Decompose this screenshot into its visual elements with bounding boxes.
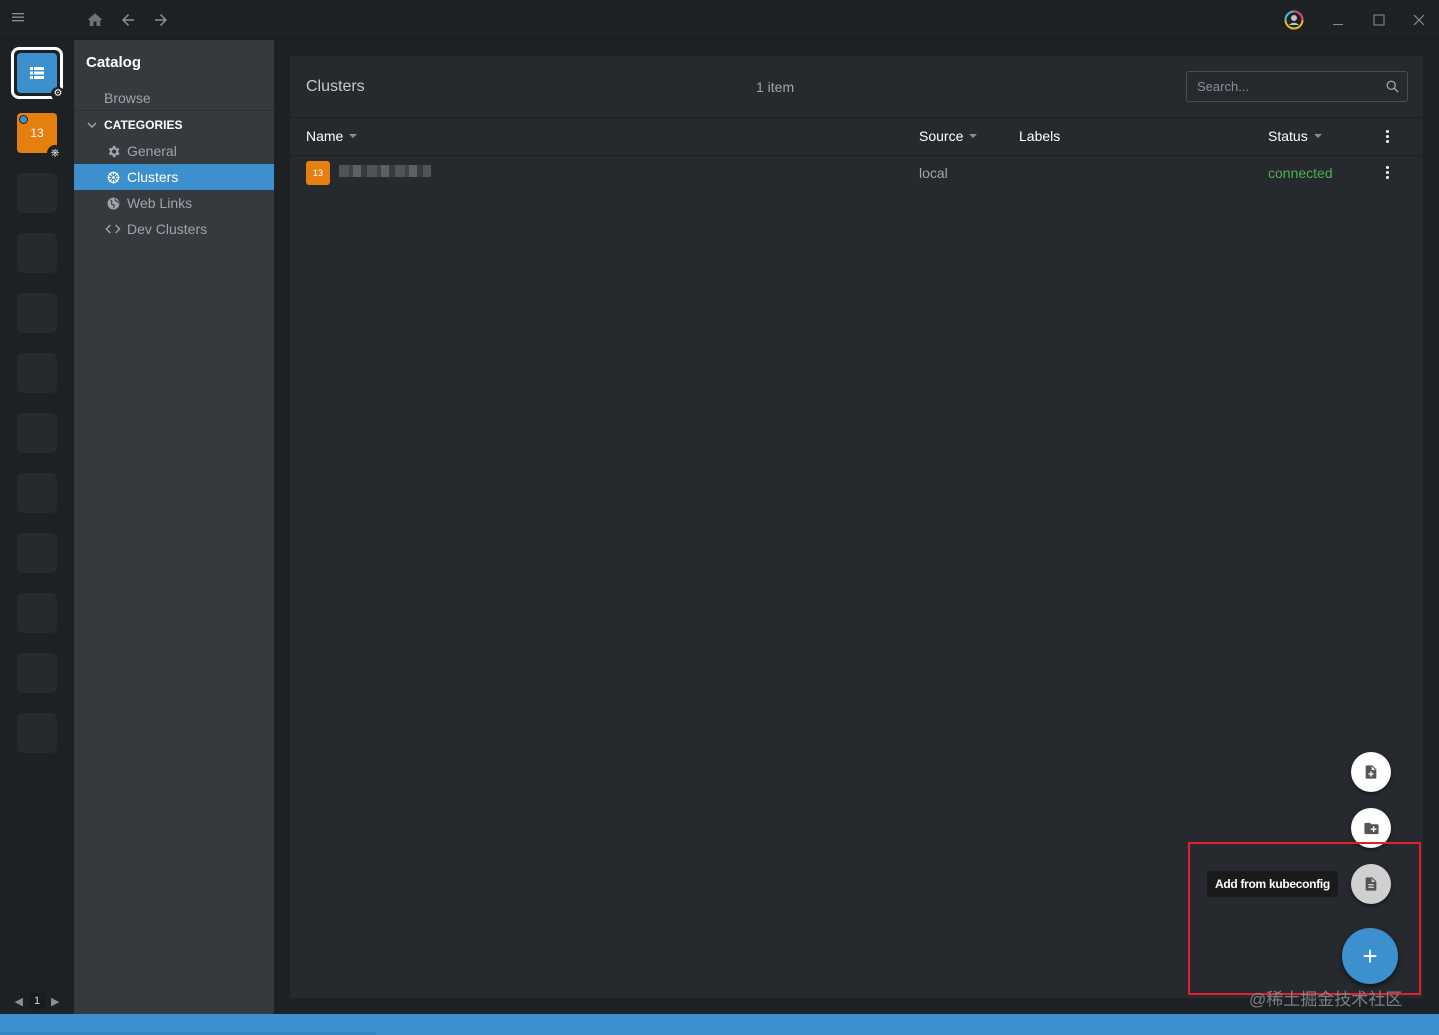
- categories-label: CATEGORIES: [104, 118, 183, 132]
- document-icon: [1365, 877, 1377, 891]
- title-bar: [0, 0, 1439, 40]
- row-menu-icon[interactable]: [1386, 166, 1390, 179]
- hotbar-pager: ◀ 1 ▶: [0, 990, 74, 1012]
- sidebar-item-label: Web Links: [127, 195, 193, 211]
- sort-caret-icon: [349, 134, 358, 138]
- plus-icon: +: [1362, 940, 1378, 971]
- divider: [74, 110, 274, 111]
- column-label: Name: [306, 128, 344, 144]
- maximize-icon[interactable]: [1373, 14, 1385, 26]
- add-from-kubeconfig-button[interactable]: [1351, 864, 1391, 904]
- add-file-button[interactable]: [1351, 752, 1391, 792]
- status-badge: connected: [1268, 165, 1333, 181]
- search-box: [1186, 71, 1408, 102]
- add-folder-button[interactable]: [1351, 808, 1391, 848]
- cluster-source: local: [919, 165, 948, 181]
- gear-icon: [105, 143, 121, 159]
- back-icon[interactable]: [119, 11, 137, 29]
- hotbar: ⚙ 13 ⎈ ◀ 1 ▶: [0, 40, 74, 1014]
- page-title: Clusters: [306, 78, 365, 95]
- categories-toggle[interactable]: CATEGORIES: [86, 118, 182, 132]
- app-window: ⚙ 13 ⎈ ◀ 1 ▶ Catalog Browse CATEGORIES G…: [0, 0, 1439, 1035]
- next-page-icon[interactable]: ▶: [51, 995, 59, 1008]
- hotbar-slot[interactable]: [17, 713, 57, 753]
- sidebar-item-clusters[interactable]: Clusters: [74, 164, 274, 190]
- column-header-name[interactable]: Name: [306, 128, 358, 144]
- status-bar: [0, 1014, 1439, 1035]
- kubernetes-icon: ⎈: [47, 145, 63, 161]
- cluster-name-redacted: [339, 165, 431, 177]
- search-input[interactable]: [1187, 72, 1377, 101]
- prev-page-icon[interactable]: ◀: [15, 995, 23, 1008]
- menu-icon[interactable]: [11, 10, 25, 24]
- column-label: Source: [919, 128, 964, 144]
- hotbar-slot[interactable]: [17, 533, 57, 573]
- cluster-badge: 13: [306, 161, 330, 185]
- user-icon[interactable]: [1284, 10, 1304, 30]
- home-icon[interactable]: [86, 11, 104, 29]
- code-icon: [105, 221, 121, 237]
- close-icon[interactable]: [1413, 14, 1425, 26]
- catalog-sidebar: Catalog Browse CATEGORIES General Cluste…: [74, 40, 274, 1014]
- catalog-icon: [30, 67, 44, 79]
- hotbar-slot[interactable]: [17, 233, 57, 273]
- sidebar-item-dev-clusters[interactable]: Dev Clusters: [74, 216, 274, 242]
- cluster-label: 13: [30, 126, 44, 140]
- sidebar-item-label: Dev Clusters: [127, 221, 208, 237]
- hotbar-cluster-entry[interactable]: 13 ⎈: [17, 113, 63, 161]
- sidebar-item-general[interactable]: General: [74, 138, 274, 164]
- hotbar-page-number: 1: [29, 993, 45, 1009]
- sidebar-item-browse[interactable]: Browse: [104, 90, 151, 106]
- chevron-down-icon: [87, 122, 97, 129]
- column-label: Labels: [1019, 128, 1061, 144]
- column-label: Status: [1268, 128, 1308, 144]
- sidebar-item-label: General: [127, 143, 177, 159]
- column-header-source[interactable]: Source: [919, 128, 978, 144]
- folder-plus-icon: [1363, 822, 1379, 834]
- column-header-status[interactable]: Status: [1268, 128, 1322, 144]
- watermark: @稀土掘金技术社区: [1249, 990, 1403, 1009]
- sidebar-item-web-links[interactable]: Web Links: [74, 190, 274, 216]
- sidebar-title: Catalog: [86, 54, 142, 71]
- divider: [290, 155, 1423, 156]
- add-button[interactable]: +: [1342, 928, 1398, 984]
- hotbar-slot[interactable]: [17, 593, 57, 633]
- forward-icon[interactable]: [152, 11, 170, 29]
- hotbar-catalog-entry[interactable]: ⚙: [11, 47, 65, 101]
- hotbar-slot[interactable]: [17, 173, 57, 213]
- column-menu-icon[interactable]: [1386, 130, 1390, 143]
- hotbar-slot[interactable]: [17, 653, 57, 693]
- clusters-panel: Clusters 1 item Name Source Labels: [290, 56, 1423, 998]
- sort-caret-icon: [1313, 134, 1322, 138]
- item-count: 1 item: [756, 79, 795, 95]
- gear-icon: ⚙: [51, 87, 65, 101]
- kubernetes-icon: [105, 169, 121, 185]
- file-plus-icon: [1365, 765, 1377, 779]
- divider: [290, 117, 1423, 118]
- fab-tooltip: Add from kubeconfig: [1207, 871, 1338, 897]
- minimize-icon[interactable]: [1332, 10, 1344, 30]
- column-header-labels: Labels: [1019, 128, 1060, 144]
- hotbar-slot[interactable]: [17, 413, 57, 453]
- sort-caret-icon: [969, 134, 978, 138]
- main-content: Clusters 1 item Name Source Labels: [274, 40, 1439, 1014]
- globe-icon: [105, 195, 121, 211]
- status-dot: [19, 115, 28, 124]
- hotbar-slot[interactable]: [17, 293, 57, 333]
- hotbar-slot[interactable]: [17, 353, 57, 393]
- search-icon[interactable]: [1385, 79, 1400, 99]
- hotbar-slot[interactable]: [17, 473, 57, 513]
- sidebar-item-label: Clusters: [127, 169, 179, 185]
